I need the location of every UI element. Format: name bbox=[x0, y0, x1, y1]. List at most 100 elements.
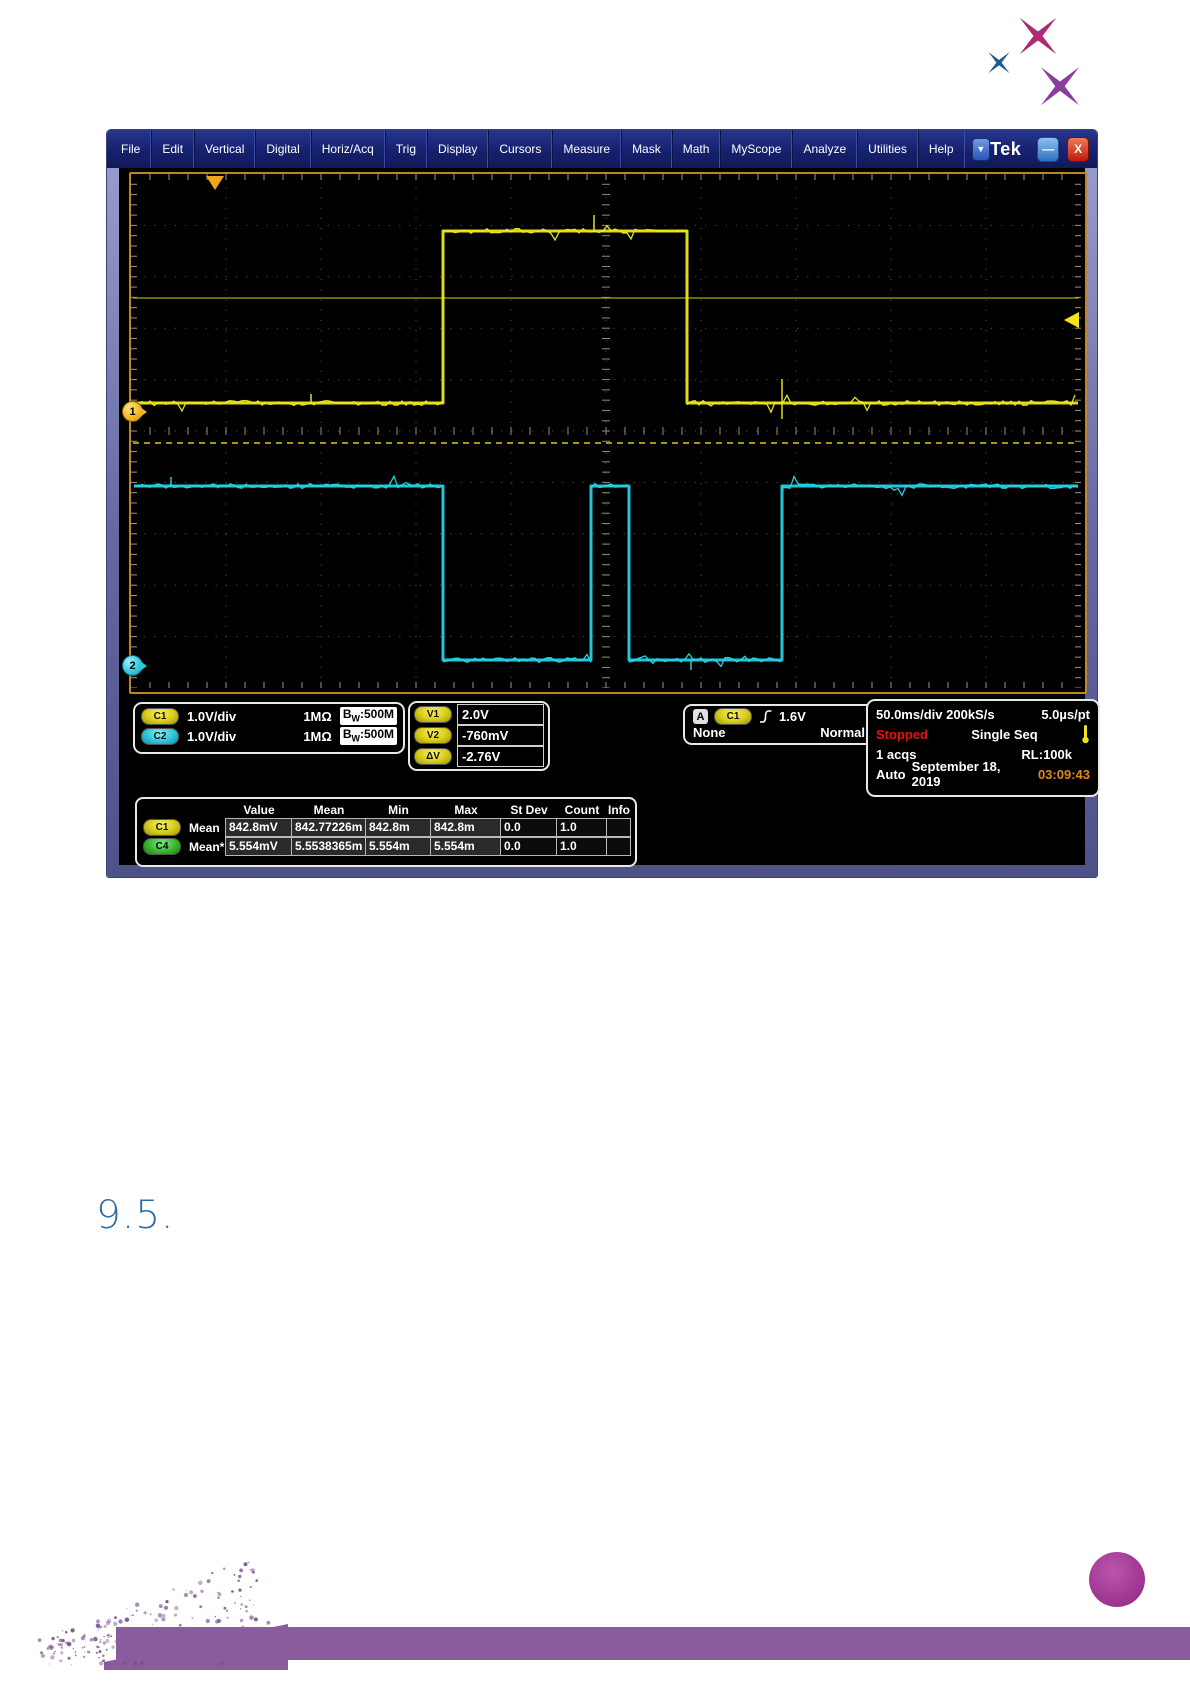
col-header-mean: Mean bbox=[313, 802, 345, 817]
acquisition-state: Stopped bbox=[876, 726, 928, 742]
cursor-v2-badge: V2 bbox=[414, 727, 452, 744]
footer-circle-decoration bbox=[1089, 1552, 1145, 1607]
col-header-max: Max bbox=[454, 802, 478, 817]
trigger-holdoff: None bbox=[693, 725, 726, 740]
measurement-cell: 842.8mV bbox=[225, 818, 292, 837]
menu-item-cursors[interactable]: Cursors bbox=[488, 130, 553, 168]
cursor-v2-value: -760mV bbox=[457, 725, 544, 746]
channel-1-scale: 1.0V/div bbox=[187, 708, 237, 724]
measurement-cell: 842.8m bbox=[430, 818, 501, 837]
measurement-cell: 1.0 bbox=[556, 818, 607, 837]
menu-item-file[interactable]: File bbox=[111, 130, 152, 168]
measurement-cell: 0.0 bbox=[500, 837, 557, 856]
measurement-cell bbox=[606, 837, 631, 856]
cursor-readout-panel[interactable]: V1 2.0V V2 -760mV ΔV -2.76V bbox=[408, 701, 550, 771]
menu-item-horiz-acq[interactable]: Horiz/Acq bbox=[310, 130, 385, 168]
channel-2-badge: C2 bbox=[141, 727, 179, 745]
menu-item-utilities[interactable]: Utilities bbox=[857, 130, 918, 168]
menu-item-math[interactable]: Math bbox=[671, 130, 721, 168]
logo-x-purple-icon bbox=[1040, 67, 1080, 106]
menu-item-analyze[interactable]: Analyze bbox=[792, 130, 858, 168]
company-logo bbox=[988, 17, 1080, 106]
menu-item-edit[interactable]: Edit bbox=[151, 130, 195, 168]
measurement-c4-badge: C4 bbox=[143, 838, 181, 855]
menu-item-help[interactable]: Help bbox=[917, 130, 965, 168]
channel-2-bandwidth: BW:500M bbox=[339, 726, 397, 746]
section-number: 9.5. bbox=[96, 1193, 175, 1238]
menu-item-digital[interactable]: Digital bbox=[255, 130, 311, 168]
measurement-cell: 0.0 bbox=[500, 818, 557, 837]
channel-readout-panel[interactable]: C1 1.0V/div 1MΩ BW:500M C2 1.0V/div 1MΩ … bbox=[133, 702, 405, 754]
waveform-graticule: 1 2 bbox=[122, 172, 1087, 694]
tek-logo: Tek bbox=[990, 138, 1022, 159]
channel-2-marker-label: 2 bbox=[129, 659, 136, 672]
channel-2-scale: 1.0V/div bbox=[187, 728, 237, 744]
logo-x-magenta-icon bbox=[1019, 17, 1057, 55]
cursor-delta-row: ΔV -2.76V bbox=[414, 746, 544, 767]
measurement-row-source: C4 Mean* bbox=[137, 838, 226, 855]
measurement-cell: 5.554m bbox=[365, 837, 431, 856]
channel-2-impedance: 1MΩ bbox=[303, 728, 332, 744]
thermometer-icon bbox=[1082, 725, 1089, 744]
trigger-system-badge: A bbox=[693, 709, 708, 724]
date-readout: September 18, 2019 bbox=[911, 759, 1001, 789]
cursor-v2-row: V2 -760mV bbox=[414, 725, 544, 746]
measurement-row-source: C1 Mean bbox=[137, 819, 226, 836]
channel-1-badge: C1 bbox=[141, 707, 179, 725]
resolution-readout: 5.0µs/pt bbox=[1041, 706, 1090, 722]
channel-1-readout[interactable]: C1 1.0V/div 1MΩ BW:500M bbox=[141, 706, 397, 726]
rising-edge-icon bbox=[760, 710, 772, 723]
measurement-cell: 5.554m bbox=[430, 837, 501, 856]
col-header-count: Count bbox=[564, 802, 600, 817]
trigger-mode-auto: Auto bbox=[876, 766, 906, 782]
close-button[interactable]: X bbox=[1067, 136, 1090, 162]
cursor-v1-value: 2.0V bbox=[457, 704, 544, 725]
col-header-min: Min bbox=[388, 802, 409, 817]
measurement-cell: 842.77226m bbox=[291, 818, 366, 837]
cursor-delta-badge: ΔV bbox=[414, 748, 452, 765]
trigger-level: 1.6V bbox=[779, 709, 806, 724]
measurement-cell: 5.554mV bbox=[225, 837, 292, 856]
cursor-v1-badge: V1 bbox=[414, 706, 452, 723]
cursor-delta-value: -2.76V bbox=[457, 746, 544, 767]
scope-display-area: 1 2 C1 1.0V/div 1MΩ BW:500M C2 1.0V/div … bbox=[119, 168, 1100, 867]
measurement-cell: 1.0 bbox=[556, 837, 607, 856]
timebase-readout: 50.0ms/div 200kS/s bbox=[876, 706, 995, 722]
acquisition-count: 1 acqs bbox=[876, 746, 917, 762]
measurement-c1-badge: C1 bbox=[143, 819, 181, 836]
menu-item-trig[interactable]: Trig bbox=[384, 130, 427, 168]
time-readout: 03:09:43 bbox=[1037, 766, 1090, 782]
menu-item-display[interactable]: Display bbox=[427, 130, 489, 168]
minimize-button[interactable]: — bbox=[1037, 136, 1060, 162]
channel-1-impedance: 1MΩ bbox=[303, 708, 332, 724]
menu-item-vertical[interactable]: Vertical bbox=[194, 130, 256, 168]
channel-2-readout[interactable]: C2 1.0V/div 1MΩ BW:500M bbox=[141, 726, 397, 746]
trigger-mode: Normal bbox=[820, 725, 865, 740]
chevron-down-icon: ▼ bbox=[976, 144, 986, 154]
col-header-value: Value bbox=[243, 802, 275, 817]
menu-item-measure[interactable]: Measure bbox=[552, 130, 622, 168]
acquisition-mode: Single Seq bbox=[971, 726, 1038, 742]
measurement-cell: 842.8m bbox=[365, 818, 431, 837]
trigger-source-badge: C1 bbox=[714, 708, 752, 725]
menu-bar: File Edit Vertical Digital Horiz/Acq Tri… bbox=[107, 130, 1097, 168]
channel-1-reference-marker[interactable]: 1 bbox=[122, 401, 147, 422]
oscilloscope-window: File Edit Vertical Digital Horiz/Acq Tri… bbox=[107, 130, 1100, 877]
channel-2-reference-marker[interactable]: 2 bbox=[122, 655, 147, 676]
measurement-cell bbox=[606, 818, 631, 837]
menu-overflow-button[interactable]: ▼ bbox=[971, 137, 991, 161]
measurement-cell: 5.5538365m bbox=[291, 837, 366, 856]
horizontal-readout-panel[interactable]: 50.0ms/div 200kS/s 5.0µs/pt Stopped Sing… bbox=[866, 699, 1100, 797]
col-header-info: Info bbox=[608, 802, 630, 817]
menu-item-myscope[interactable]: MyScope bbox=[720, 130, 793, 168]
channel-1-marker-label: 1 bbox=[129, 405, 136, 418]
measurement-table: Value Mean Min Max St Dev Count Info C1 … bbox=[135, 797, 637, 867]
waveform-plot bbox=[131, 174, 1081, 688]
col-header-stdev: St Dev bbox=[510, 802, 548, 817]
footer-band bbox=[116, 1627, 1190, 1660]
logo-x-blue-icon bbox=[988, 52, 1010, 74]
channel-1-bandwidth: BW:500M bbox=[339, 706, 397, 726]
trigger-readout-panel[interactable]: A C1 1.6V None Normal bbox=[683, 704, 875, 745]
menu-item-mask[interactable]: Mask bbox=[621, 130, 672, 168]
minimize-icon: — bbox=[1042, 142, 1055, 156]
